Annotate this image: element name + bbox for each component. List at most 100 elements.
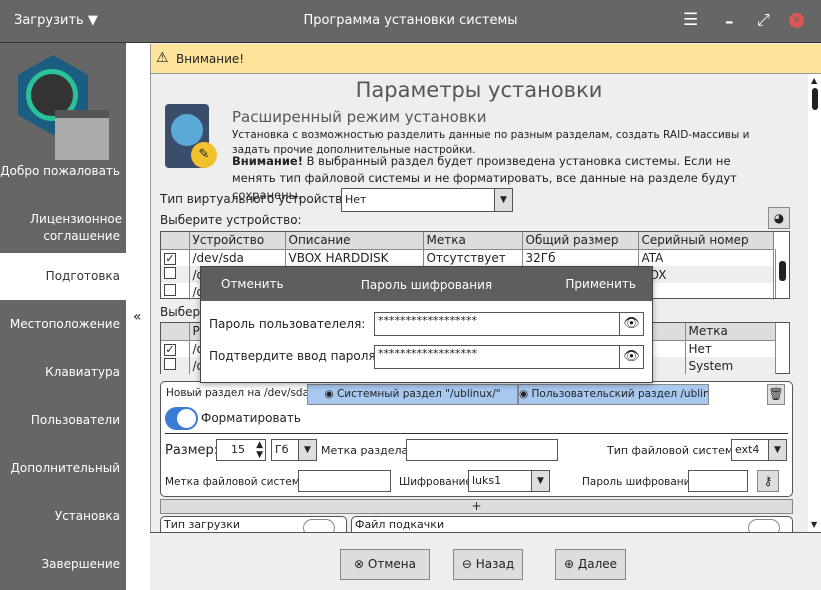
collapse-sidebar-button[interactable]: « (133, 309, 142, 325)
new-partition-tab[interactable]: Новый раздел на /dev/sda (166, 387, 309, 399)
column-header[interactable]: Серийный номер (638, 232, 774, 250)
divider (165, 433, 788, 434)
scroll-thumb[interactable] (812, 88, 818, 110)
user-partition-tab[interactable]: ◉ Пользовательский раздел /ublinux-data/ (518, 384, 709, 405)
encryption-password-label: Пароль шифрования (582, 476, 697, 488)
encryption-value: luks1 (472, 474, 502, 487)
fs-label-label: Метка файловой системы: (165, 476, 312, 488)
table-row[interactable]: ✓/dev/sda VBOX HARDDISK Отсутствует 32Гб ATA (161, 249, 774, 266)
pie-chart-icon: ◕ (773, 211, 785, 225)
swap-file-panel: Файл подкачки (351, 516, 793, 532)
system-partition-tab[interactable]: ◉ Системный раздел "/ublinux/" (307, 384, 518, 405)
row-checkbox[interactable] (164, 284, 176, 296)
column-header[interactable]: Устройство (189, 232, 286, 250)
dialog-cancel-button[interactable]: Отменить (221, 277, 284, 291)
key-icon: ⚷ (763, 474, 773, 488)
column-header[interactable]: Метка (423, 232, 523, 250)
system-partition-label: Системный раздел "/ublinux/" (336, 388, 501, 400)
table-scrollbar[interactable] (775, 249, 789, 298)
delete-partition-button[interactable]: 🗑 (767, 384, 785, 405)
spinner-arrows-icon[interactable]: ▲ ▼ (256, 440, 263, 460)
sidebar-item-users[interactable]: Пользователи (0, 412, 126, 429)
sidebar-item-install[interactable]: Установка (0, 508, 126, 525)
user-partition-label: Пользовательский раздел /ublinux-data/ (531, 388, 708, 400)
warning-bar: ⚠ Внимание! (150, 44, 821, 74)
maximize-icon[interactable]: ⤢ (757, 10, 770, 30)
confirm-password-input[interactable]: ****************** 👁 (374, 345, 644, 369)
fs-label-input[interactable] (298, 470, 391, 492)
encryption-password-input[interactable] (688, 470, 748, 492)
back-button[interactable]: ⊖ Назад (453, 549, 523, 580)
show-password-eye-icon[interactable]: 👁 (619, 313, 643, 335)
sidebar-toggle-strip: « (126, 43, 150, 590)
close-icon[interactable]: ✕ (789, 13, 804, 28)
arrow-left-circle-icon: ⊖ (461, 557, 472, 571)
chevron-down-icon: ▼ (494, 189, 512, 211)
bottom-bar: ⊗ Отмена ⊖ Назад ⊕ Далее (150, 532, 821, 590)
sidebar-item-preparation[interactable]: Подготовка (0, 253, 126, 300)
confirm-password-label: Подтвердите ввод пароля: (209, 349, 380, 363)
attention-bold: Внимание! (232, 154, 303, 168)
encryption-select[interactable]: luks1 ▼ (468, 470, 550, 492)
fs-type-select[interactable]: ext4 ▼ (731, 439, 787, 461)
column-header[interactable]: Общий размер (522, 232, 639, 250)
unit-select[interactable]: Гб ▼ (271, 439, 317, 461)
trash-icon: 🗑 (768, 387, 784, 401)
next-label: Далее (577, 557, 618, 571)
user-password-input[interactable]: ****************** 👁 (374, 312, 644, 336)
virt-device-value: Нет (345, 193, 367, 206)
back-label: Назад (475, 557, 515, 571)
title-bar: Загрузить ▼ Программа установки системы … (0, 0, 821, 43)
row-checkbox[interactable] (164, 358, 176, 370)
show-password-eye-icon[interactable]: 👁 (619, 346, 643, 368)
cancel-button[interactable]: ⊗ Отмена (340, 549, 430, 580)
set-password-button[interactable]: ⚷ (757, 470, 779, 492)
chevron-down-icon: ▼ (298, 440, 316, 460)
scroll-down-icon[interactable]: ▼ (811, 520, 817, 529)
sidebar-item-keyboard[interactable]: Клавиатура (0, 364, 126, 381)
row-checkbox[interactable]: ✓ (164, 343, 176, 356)
chevron-down-icon: ▼ (531, 471, 549, 491)
sidebar-item-license[interactable]: Лицензионное соглашение (0, 211, 126, 245)
sidebar: Добро пожаловать Лицензионное соглашение… (0, 43, 126, 590)
hamburger-menu-icon[interactable]: ☰ (683, 10, 698, 30)
boot-type-toggle[interactable] (303, 519, 335, 532)
next-button[interactable]: ⊕ Далее (555, 549, 626, 580)
boot-type-panel: Тип загрузки (160, 516, 347, 532)
fs-type-value: ext4 (735, 443, 760, 456)
add-partition-button[interactable]: + (160, 499, 793, 514)
partition-label-input[interactable] (406, 439, 558, 461)
row-checkbox[interactable]: ✓ (164, 252, 176, 265)
mode-title: Расширенный режим установки (232, 108, 487, 126)
swap-file-toggle[interactable] (748, 519, 780, 532)
user-password-value: ****************** (378, 314, 477, 327)
size-spinner[interactable]: 15 ▲ ▼ (216, 439, 266, 461)
sidebar-item-finish[interactable]: Завершение (0, 556, 126, 573)
column-header[interactable]: Описание (285, 232, 424, 250)
sidebar-item-location[interactable]: Местоположение (0, 316, 126, 333)
boot-type-label: Тип загрузки (164, 518, 241, 531)
unit-value: Гб (275, 443, 289, 456)
partition-label-label: Метка раздела: (321, 444, 412, 457)
size-label: Размер: (165, 443, 219, 458)
minimize-icon[interactable]: – (725, 12, 734, 32)
content-scrollbar[interactable]: ▲ ▼ (808, 74, 821, 532)
load-menu-label: Загрузить (14, 13, 84, 28)
chevron-down-icon: ▼ (87, 13, 98, 28)
sidebar-item-welcome[interactable]: Добро пожаловать (0, 163, 126, 180)
virt-device-select[interactable]: Нет ▼ (341, 188, 513, 212)
size-value: 15 (231, 443, 245, 456)
column-header[interactable]: Метка (685, 323, 776, 341)
pie-chart-button[interactable]: ◕ (768, 207, 790, 229)
user-password-label: Пароль пользователеля: (209, 317, 366, 331)
sidebar-item-additional[interactable]: Дополнительный (0, 460, 126, 477)
dialog-apply-button[interactable]: Применить (565, 277, 636, 291)
scroll-up-icon[interactable]: ▲ (811, 76, 817, 85)
confirm-password-value: ****************** (378, 347, 477, 360)
format-toggle[interactable] (165, 407, 198, 430)
load-menu[interactable]: Загрузить ▼ (14, 13, 98, 28)
row-checkbox[interactable] (164, 267, 176, 279)
new-partition-panel: Новый раздел на /dev/sda ◉ Системный раз… (160, 381, 793, 497)
device-label: Выберите устройство: (160, 213, 302, 227)
arrow-right-circle-icon: ⊕ (563, 557, 575, 571)
